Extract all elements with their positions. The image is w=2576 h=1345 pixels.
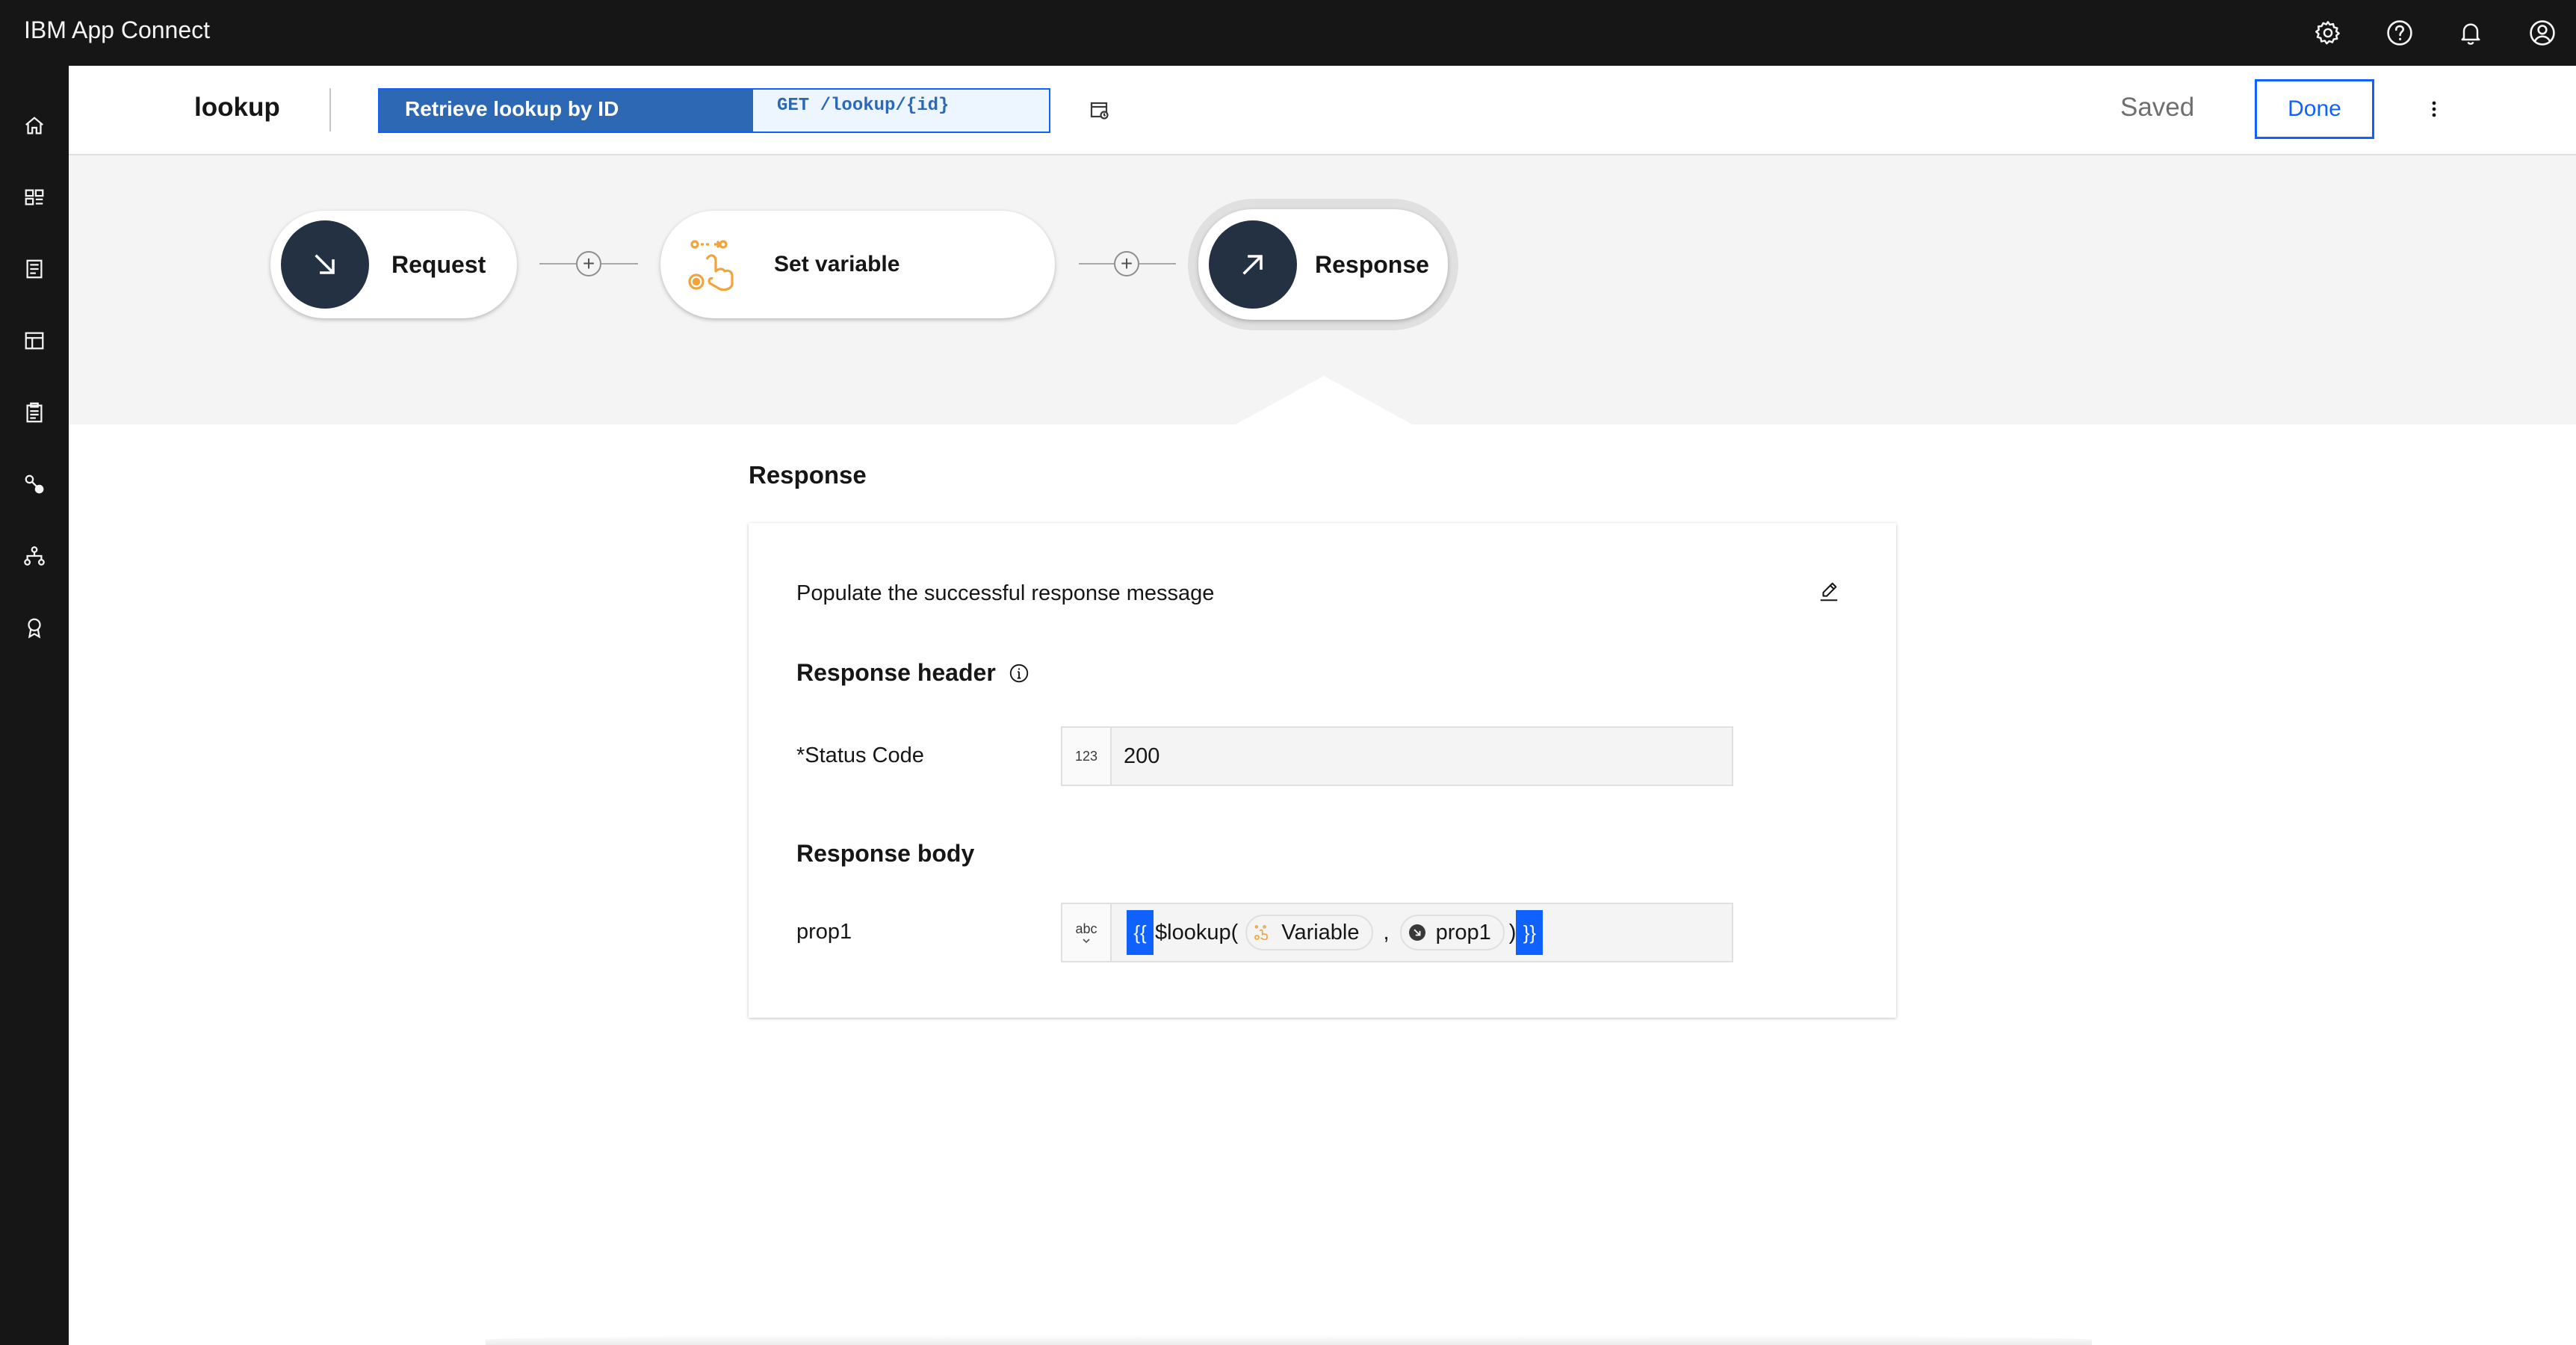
expression-close-paren: ) bbox=[1508, 920, 1517, 944]
number-type-label: 123 bbox=[1074, 748, 1098, 764]
request-node[interactable]: Request bbox=[270, 211, 517, 318]
set-variable-icon bbox=[1254, 925, 1271, 940]
prop1-token[interactable]: prop1 bbox=[1399, 915, 1505, 950]
badge-icon[interactable] bbox=[13, 607, 55, 649]
arrow-down-right-icon bbox=[1408, 924, 1425, 941]
string-type-dropdown[interactable]: abc bbox=[1062, 904, 1112, 961]
arrow-down-right-icon bbox=[281, 220, 369, 309]
top-bar bbox=[0, 0, 2576, 66]
operation-selector[interactable]: Retrieve lookup by ID GET /lookup/{id} bbox=[378, 88, 1050, 133]
lookup-function: $lookup( bbox=[1155, 920, 1239, 944]
variable-token-label: Variable bbox=[1281, 920, 1360, 944]
response-node[interactable]: Response bbox=[1198, 209, 1448, 320]
response-body-title: Response body bbox=[796, 840, 975, 867]
set-variable-icon bbox=[684, 232, 749, 297]
prop1-field[interactable]: abc {{ $lookup( Variable , prop1 ) }} bbox=[1061, 903, 1733, 962]
help-icon[interactable] bbox=[2379, 12, 2421, 54]
request-node-label: Request bbox=[391, 250, 486, 278]
chevron-down-icon bbox=[1081, 937, 1092, 944]
flow-settings-icon[interactable] bbox=[1079, 90, 1121, 132]
settings-icon[interactable] bbox=[2307, 12, 2349, 54]
expression-close-brace: }} bbox=[1516, 910, 1544, 955]
hierarchy-icon[interactable] bbox=[13, 535, 55, 577]
flow-name: lookup bbox=[194, 93, 280, 122]
prop1-label: prop1 bbox=[796, 920, 852, 944]
arrow-up-right-icon bbox=[1209, 220, 1297, 309]
status-code-value[interactable]: 200 bbox=[1112, 744, 1159, 769]
expression-separator: , bbox=[1383, 920, 1390, 944]
status-code-label: *Status Code bbox=[796, 743, 924, 767]
response-header-heading: Response header bbox=[796, 659, 1030, 687]
clipboard-icon[interactable] bbox=[13, 392, 55, 433]
templates-icon[interactable] bbox=[13, 320, 55, 362]
set-variable-node-label: Set variable bbox=[774, 252, 900, 276]
panel-pointer bbox=[1234, 376, 1414, 425]
prop1-token-label: prop1 bbox=[1435, 920, 1491, 944]
overflow-menu-icon[interactable] bbox=[2413, 88, 2455, 130]
panel-title: Response bbox=[749, 461, 867, 489]
bottom-shadow bbox=[486, 1335, 2092, 1345]
app-title[interactable]: IBM App Connect bbox=[24, 0, 210, 66]
mapping-expression[interactable]: {{ $lookup( Variable , prop1 ) }} bbox=[1127, 910, 1544, 955]
response-header-title: Response header bbox=[796, 659, 996, 686]
user-icon[interactable] bbox=[2521, 12, 2563, 54]
add-step-button[interactable]: + bbox=[1114, 251, 1139, 276]
notification-icon[interactable] bbox=[2450, 12, 2492, 54]
header-divider bbox=[329, 88, 331, 132]
operation-name: Retrieve lookup by ID bbox=[380, 90, 753, 132]
edit-icon[interactable] bbox=[1814, 577, 1844, 607]
response-node-label: Response bbox=[1315, 250, 1429, 278]
connections-icon[interactable] bbox=[13, 463, 55, 505]
card-description: Populate the successful response message bbox=[796, 581, 1215, 605]
string-type-label: abc bbox=[1075, 921, 1097, 936]
info-icon[interactable] bbox=[1008, 662, 1030, 684]
save-status: Saved bbox=[2120, 93, 2195, 122]
catalog-icon[interactable] bbox=[13, 248, 55, 290]
status-code-field[interactable]: 123 200 bbox=[1061, 726, 1733, 786]
variable-token[interactable]: Variable bbox=[1245, 915, 1373, 950]
add-step-button[interactable]: + bbox=[576, 251, 601, 276]
expression-open-brace: {{ bbox=[1127, 910, 1154, 955]
home-icon[interactable] bbox=[13, 105, 55, 146]
operation-path: GET /lookup/{id} bbox=[777, 96, 950, 116]
set-variable-node[interactable]: Set variable bbox=[660, 211, 1055, 318]
dashboard-icon[interactable] bbox=[13, 176, 55, 218]
done-button[interactable]: Done bbox=[2255, 79, 2374, 139]
number-type-indicator[interactable]: 123 bbox=[1062, 728, 1112, 785]
